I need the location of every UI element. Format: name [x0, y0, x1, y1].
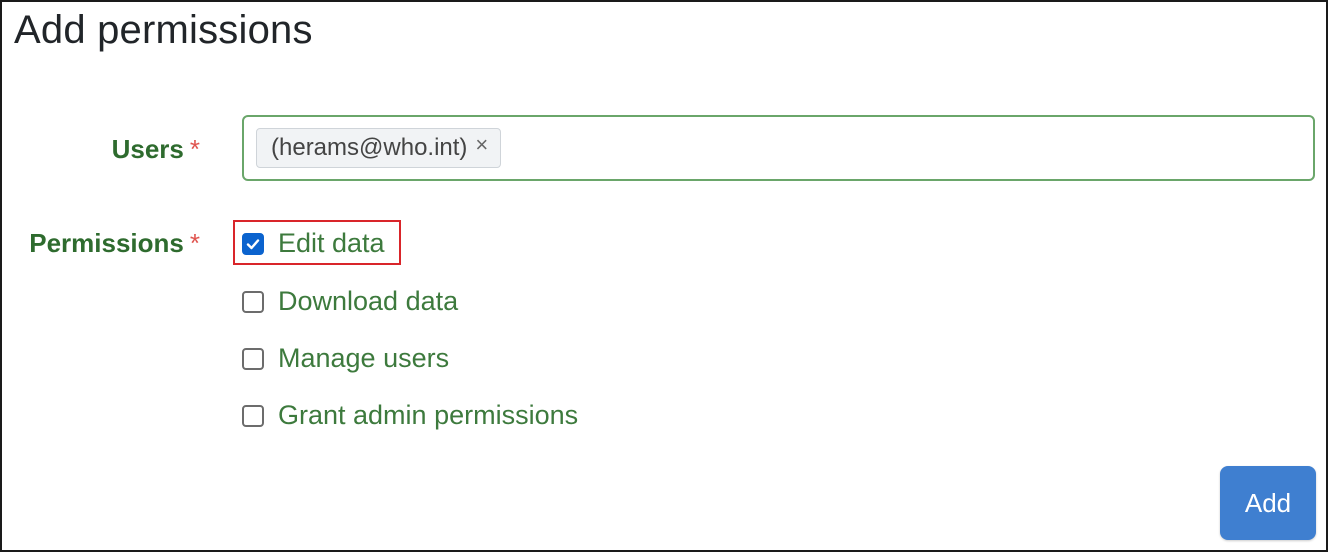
- permission-label-manage-users: Manage users: [278, 343, 450, 373]
- permissions-label: Permissions *: [29, 228, 200, 259]
- checkbox-download-data[interactable]: [242, 290, 264, 313]
- permission-label-grant-admin: Grant admin permissions: [278, 400, 579, 430]
- user-chip: (herams@who.int) ×: [256, 128, 502, 168]
- check-icon: [246, 238, 260, 249]
- checkbox-grant-admin[interactable]: [242, 404, 264, 427]
- checkbox-edit-data[interactable]: [242, 232, 264, 255]
- permissions-label-text: Permissions: [29, 228, 184, 258]
- permission-label-download-data: Download data: [278, 286, 459, 316]
- close-icon[interactable]: ×: [475, 134, 488, 156]
- permission-label-edit-data: Edit data: [278, 228, 385, 258]
- users-label-text: Users: [111, 134, 184, 164]
- user-chip-label: (herams@who.int): [271, 134, 468, 161]
- users-label: Users *: [112, 134, 200, 165]
- required-mark: *: [189, 134, 200, 164]
- permission-option-edit-data[interactable]: Edit data: [242, 228, 385, 259]
- required-mark: *: [189, 228, 200, 258]
- dialog-frame: Add permissions Users * (herams@who.int) …: [0, 0, 1328, 552]
- page-title: Add permissions: [14, 8, 313, 52]
- checkbox-manage-users[interactable]: [242, 347, 264, 370]
- users-select-input[interactable]: (herams@who.int) ×: [242, 115, 1315, 181]
- add-button[interactable]: Add: [1220, 466, 1316, 540]
- permission-option-manage-users[interactable]: Manage users: [242, 343, 449, 374]
- permission-option-grant-admin[interactable]: Grant admin permissions: [242, 400, 578, 431]
- permission-option-download-data[interactable]: Download data: [242, 286, 458, 317]
